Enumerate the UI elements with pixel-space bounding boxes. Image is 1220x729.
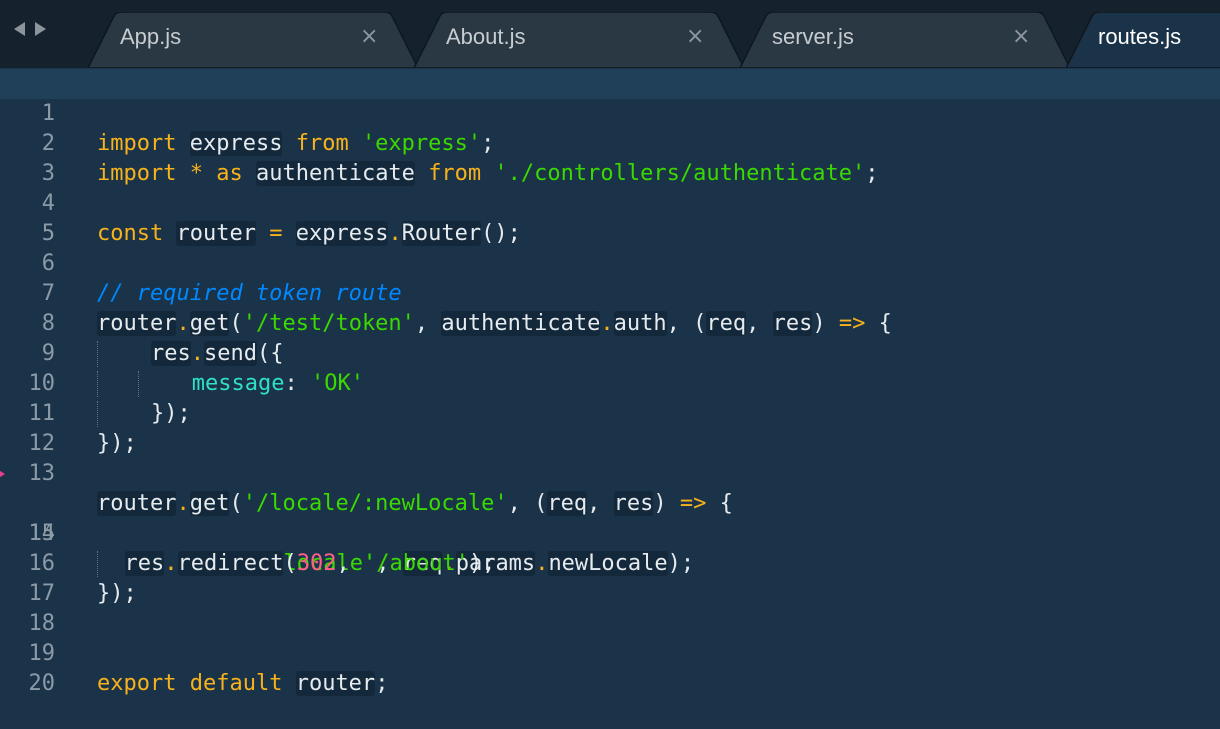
code-token: export bbox=[97, 671, 177, 696]
code-line: 19 export default router; bbox=[0, 609, 1220, 696]
code-line: 11 }); bbox=[0, 369, 1220, 456]
code-token: router bbox=[295, 671, 376, 696]
code-line: 7 router.get('/test/token', authenticate… bbox=[0, 249, 1220, 336]
tab-routes-js[interactable]: routes.js bbox=[1066, 12, 1220, 68]
code-line: 20 bbox=[0, 639, 1220, 696]
bookmark-marker-icon[interactable] bbox=[0, 467, 5, 481]
code-line: 2 import * as authenticate from './contr… bbox=[0, 99, 1220, 186]
code-line: 5 bbox=[0, 189, 1220, 246]
tab-label: App.js bbox=[120, 24, 182, 49]
code-line: 1 import express from 'express'; bbox=[0, 69, 1220, 156]
close-icon[interactable]: × bbox=[1012, 24, 1030, 49]
code-editor[interactable]: 1 import express from 'express'; 2 impor… bbox=[0, 68, 1220, 696]
previous-tab-arrow-icon[interactable] bbox=[14, 22, 25, 36]
tab-label: routes.js bbox=[1098, 24, 1182, 49]
code-line: 9 message: 'OK' bbox=[0, 309, 1220, 397]
code-line: 18 bbox=[0, 579, 1220, 636]
code-line: 15 res.redirect(302, '/about'); bbox=[0, 489, 1220, 577]
code-line: 17 bbox=[0, 549, 1220, 606]
code-line: 4 const router = express.Router(); bbox=[0, 159, 1220, 246]
code-line: 6 // required token route bbox=[0, 219, 1220, 306]
tab-app-js[interactable]: App.js × bbox=[88, 12, 418, 68]
code-line: 12 bbox=[0, 399, 1220, 456]
tab-label: server.js bbox=[772, 24, 854, 49]
next-tab-arrow-icon[interactable] bbox=[35, 22, 46, 36]
close-icon[interactable]: × bbox=[686, 24, 704, 49]
code-line: 14 res.cookie('locale', req.params.newLo… bbox=[0, 459, 1220, 577]
tab-label: About.js bbox=[446, 24, 526, 49]
close-icon[interactable]: × bbox=[360, 24, 378, 49]
tab-navigation bbox=[14, 22, 46, 36]
code-token: ; bbox=[375, 671, 389, 696]
line-number: 20 bbox=[28, 671, 56, 696]
code-token: default bbox=[189, 671, 283, 696]
code-line: 8 res.send({ bbox=[0, 279, 1220, 367]
tab-about-js[interactable]: About.js × bbox=[414, 12, 744, 68]
code-line: 13 router.get('/locale/:newLocale', (req… bbox=[0, 429, 1220, 516]
code-line: 3 bbox=[0, 129, 1220, 186]
code-line: 10 }); bbox=[0, 339, 1220, 427]
tab-server-js[interactable]: server.js × bbox=[740, 12, 1070, 68]
code-line: 16 }); bbox=[0, 519, 1220, 606]
tab-bar: App.js × About.js × server.js × routes.j… bbox=[0, 0, 1220, 68]
